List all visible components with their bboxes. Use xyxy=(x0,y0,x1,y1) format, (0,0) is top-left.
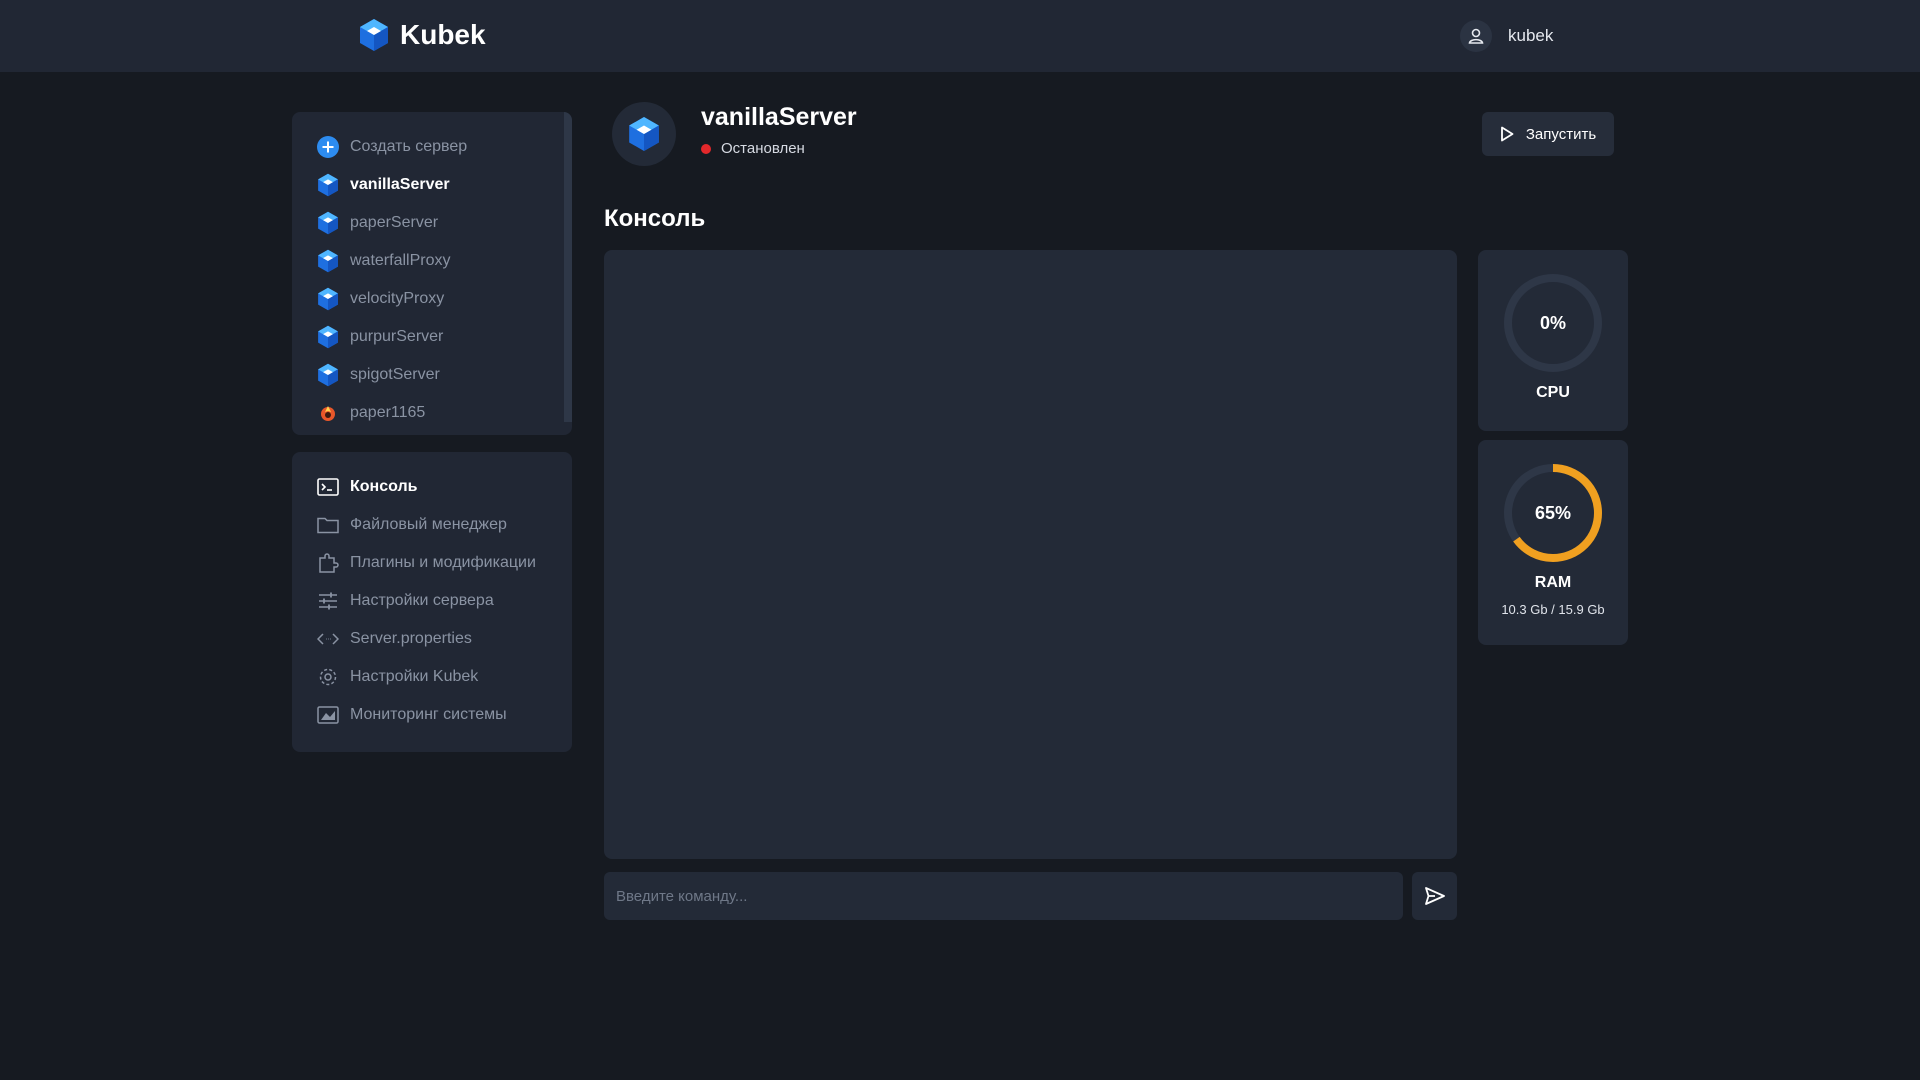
nav-item-label: Настройки сервера xyxy=(350,592,494,609)
gear-icon xyxy=(316,665,340,689)
nav-item-server-properties[interactable]: Server.properties xyxy=(316,624,556,654)
cpu-card: 0% CPU xyxy=(1478,250,1628,431)
nav-item-file-manager[interactable]: Файловый менеджер xyxy=(316,510,556,540)
server-item-velocityproxy[interactable]: velocityProxy xyxy=(316,284,556,314)
server-item-label: vanillaServer xyxy=(350,176,450,193)
nav-item-label: Настройки Kubek xyxy=(350,668,479,685)
start-server-button[interactable]: Запустить xyxy=(1482,112,1614,156)
start-button-label: Запустить xyxy=(1525,125,1597,143)
ram-value: 65% xyxy=(1534,502,1572,523)
server-cube-icon xyxy=(629,117,659,151)
cpu-value: 0% xyxy=(1539,312,1566,333)
status-text: Остановлен xyxy=(721,140,805,157)
cpu-label: CPU xyxy=(1536,384,1570,401)
server-title: vanillaServer xyxy=(701,103,857,131)
nav-item-label: Плагины и модификации xyxy=(350,554,536,571)
chart-icon xyxy=(316,703,340,727)
server-avatar xyxy=(612,102,676,166)
nav-item-label: Файловый менеджер xyxy=(350,516,507,533)
server-cube-icon xyxy=(316,249,340,273)
page-title: Консоль xyxy=(604,205,706,232)
ram-label: RAM xyxy=(1534,574,1572,591)
server-item-paperserver[interactable]: paperServer xyxy=(316,208,556,238)
nav-item-console[interactable]: Консоль xyxy=(316,472,556,502)
status-dot-icon xyxy=(701,143,711,154)
server-status: Остановлен xyxy=(701,140,805,157)
server-item-label: waterfallProxy xyxy=(350,252,451,269)
user-name: kubek xyxy=(1508,26,1554,45)
nav-item-plugins[interactable]: Плагины и модификации xyxy=(316,548,556,578)
server-item-paper1165[interactable]: paper1165 xyxy=(316,398,556,428)
ram-detail: 10.3 Gb / 15.9 Gb xyxy=(1501,602,1605,617)
server-item-label: paperServer xyxy=(350,214,439,231)
nav-item-kubek-settings[interactable]: Настройки Kubek xyxy=(316,662,556,692)
create-server-label: Создать сервер xyxy=(350,138,468,155)
servers-panel: Создать сервер vanillaServer paperServer… xyxy=(292,112,572,435)
ram-card: 65% RAM 10.3 Gb / 15.9 Gb xyxy=(1478,440,1628,645)
folder-icon xyxy=(316,513,340,537)
user-icon xyxy=(1460,20,1492,52)
sliders-icon xyxy=(316,589,340,613)
console-output[interactable] xyxy=(604,250,1457,859)
nav-item-label: Консоль xyxy=(350,478,418,495)
server-item-label: purpurServer xyxy=(350,328,444,345)
plus-circle-icon xyxy=(316,135,340,159)
server-cube-icon xyxy=(316,363,340,387)
brand[interactable]: Kubek xyxy=(359,18,486,52)
server-item-vanillaserver[interactable]: vanillaServer xyxy=(316,170,556,200)
server-cube-icon xyxy=(316,325,340,349)
server-cube-icon xyxy=(316,173,340,197)
nav-item-server-settings[interactable]: Настройки сервера xyxy=(316,586,556,616)
servers-scrollbar[interactable] xyxy=(564,112,572,422)
send-icon xyxy=(1424,887,1445,905)
nav-item-system-monitoring[interactable]: Мониторинг системы xyxy=(316,700,556,730)
nav-item-label: Мониторинг системы xyxy=(350,706,507,723)
brand-name: Kubek xyxy=(400,19,486,50)
server-cube-icon xyxy=(316,211,340,235)
send-command-button[interactable] xyxy=(1412,872,1457,920)
user-menu[interactable]: kubek xyxy=(1460,20,1553,52)
kubek-logo-icon xyxy=(360,19,388,51)
code-icon xyxy=(316,627,340,651)
top-bar: Kubek kubek xyxy=(0,0,1920,72)
command-input[interactable] xyxy=(604,872,1403,920)
server-item-label: velocityProxy xyxy=(350,290,445,307)
server-item-label: spigotServer xyxy=(350,366,440,383)
server-cube-icon xyxy=(316,287,340,311)
server-nav-panel: Консоль Файловый менеджер Плагины и моди… xyxy=(292,452,572,752)
server-item-label: paper1165 xyxy=(350,404,426,421)
paper-server-icon xyxy=(316,401,340,425)
console-icon xyxy=(316,475,340,499)
server-item-purpurserver[interactable]: purpurServer xyxy=(316,322,556,352)
server-item-spigotserver[interactable]: spigotServer xyxy=(316,360,556,390)
nav-item-label: Server.properties xyxy=(350,630,472,647)
server-item-waterfallproxy[interactable]: waterfallProxy xyxy=(316,246,556,276)
create-server-button[interactable]: Создать сервер xyxy=(316,132,556,162)
play-icon xyxy=(1500,126,1514,142)
puzzle-icon xyxy=(316,551,340,575)
